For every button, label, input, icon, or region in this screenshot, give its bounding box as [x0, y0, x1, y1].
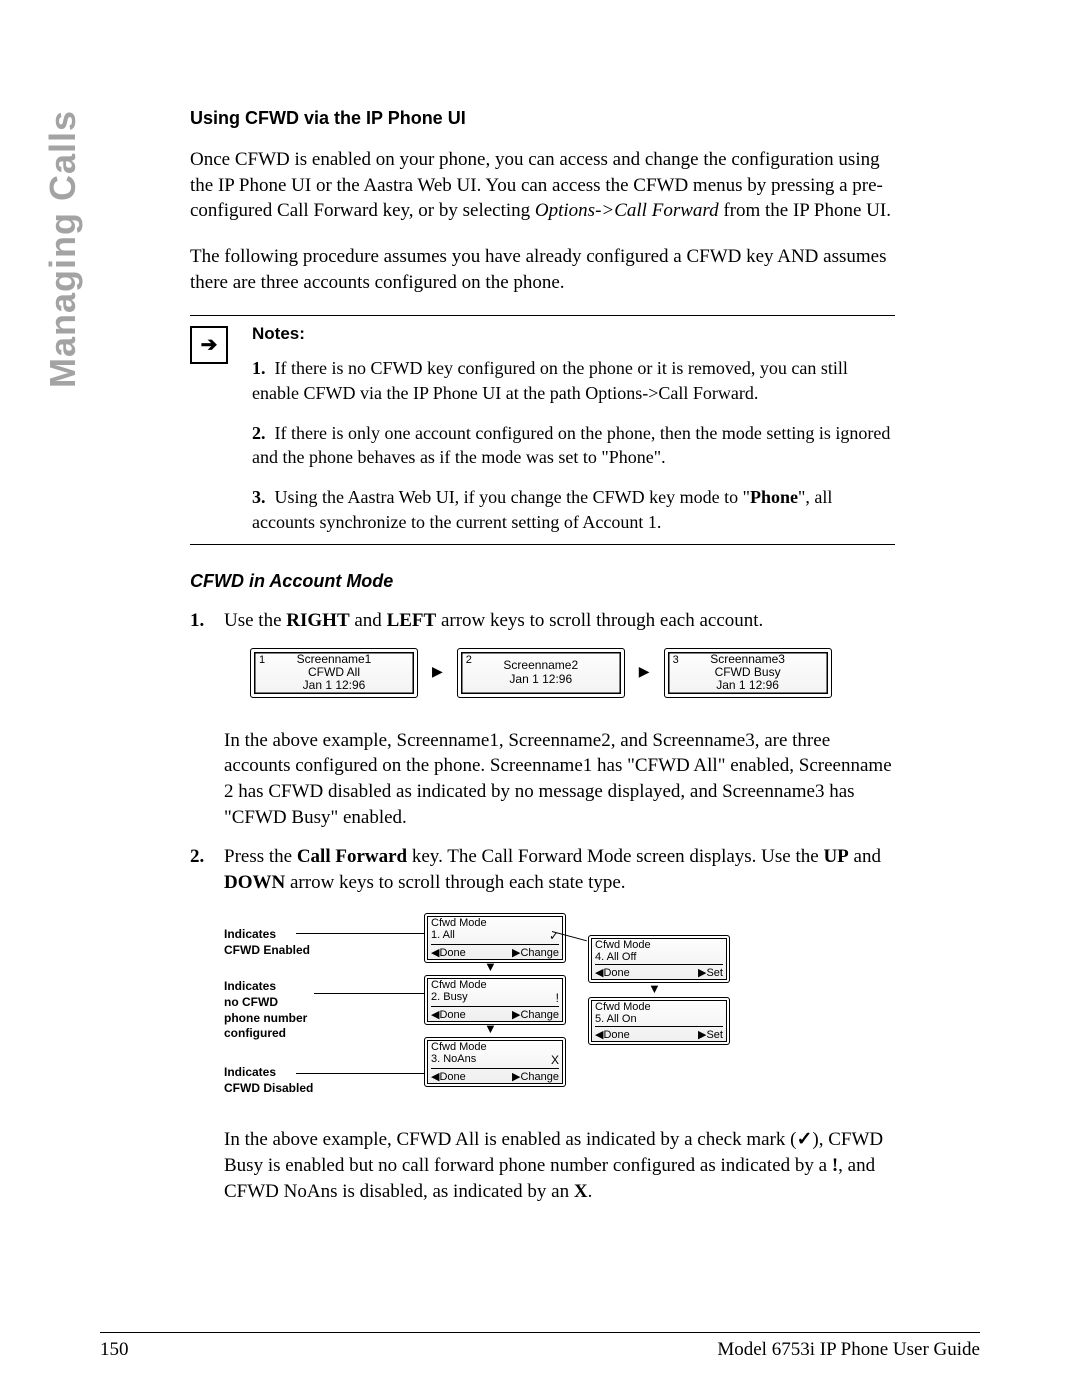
notes-title: Notes:	[252, 324, 895, 344]
bang-icon: !	[556, 991, 559, 1005]
mode-allon-item: 5. All On	[595, 1013, 637, 1025]
screen-3-num: 3	[673, 654, 679, 666]
notes-block: ➔ Notes: 1. If there is no CFWD key conf…	[190, 316, 895, 544]
notes-body: Notes: 1. If there is no CFWD key config…	[252, 324, 895, 538]
note-icon: ➔	[190, 326, 228, 364]
step-1-right: RIGHT	[286, 610, 349, 631]
mode-busy-title: Cfwd Mode	[431, 979, 559, 991]
screen-1-time: Jan 1 12:96	[259, 679, 409, 692]
step-1c: arrow keys to scroll through each accoun…	[436, 610, 763, 631]
step-2-up: UP	[823, 846, 848, 867]
label-no-number: Indicates no CFWD phone number configure…	[224, 979, 364, 1041]
page: Managing Calls Using CFWD via the IP Pho…	[0, 0, 1080, 1397]
mode-allon-set: ▶Set	[698, 1028, 723, 1041]
notes-bottom-rule	[190, 544, 895, 545]
checkmark-icon: ✓	[796, 1129, 812, 1150]
screens-row: 1 Screenname1 CFWD All Jan 1 12:96 ▶ 2 S…	[250, 648, 895, 698]
note-2: 2. If there is only one account configur…	[252, 421, 895, 470]
x-icon: X	[551, 1053, 559, 1067]
step-2-callfwd: Call Forward	[297, 846, 407, 867]
mode-box-allon: Cfwd Mode 5. All On ◀Done ▶Set	[588, 997, 730, 1045]
line-nonum	[314, 993, 426, 994]
right-arrow-icon-1: ▶	[432, 664, 443, 681]
line-disabled	[296, 1073, 426, 1074]
mode-box-alloff: Cfwd Mode 4. All Off ◀Done ▶Set	[588, 935, 730, 983]
mode-busy-item: 2. Busy	[431, 991, 468, 1005]
screen-2: 2 Screenname2 Jan 1 12:96	[457, 648, 625, 698]
section-heading: Using CFWD via the IP Phone UI	[190, 108, 895, 129]
x-text: X	[574, 1181, 588, 1202]
mode-diagram: Indicates CFWD Enabled Indicates no CFWD…	[224, 913, 895, 1103]
note-1: 1. If there is no CFWD key configured on…	[252, 356, 895, 405]
steps-list-2: Press the Call Forward key. The Call For…	[190, 844, 895, 895]
down-arrow-icon-3: ▼	[648, 981, 661, 996]
step-1-explain: In the above example, Screenname1, Scree…	[224, 728, 895, 831]
paragraph-1: Once CFWD is enabled on your phone, you …	[190, 147, 895, 224]
footer-page-number: 150	[100, 1339, 129, 1361]
step-1: Use the RIGHT and LEFT arrow keys to scr…	[190, 608, 895, 634]
step2-exp-d: .	[588, 1181, 593, 1202]
step-2-mid: key. The Call Forward Mode screen displa…	[407, 846, 823, 867]
side-section-title: Managing Calls	[42, 0, 84, 110]
note-1-text: If there is no CFWD key configured on th…	[252, 358, 848, 402]
paragraph-2: The following procedure assumes you have…	[190, 244, 895, 295]
screen-1: 1 Screenname1 CFWD All Jan 1 12:96	[250, 648, 418, 698]
screen-3: 3 Screenname3 CFWD Busy Jan 1 12:96	[664, 648, 832, 698]
mode-box-all: Cfwd Mode 1. All✓ ◀Done▶Change	[424, 913, 566, 963]
paragraph-1-italic: Options->Call Forward	[535, 200, 719, 221]
label-disabled: Indicates CFWD Disabled	[224, 1065, 364, 1096]
step-2: Press the Call Forward key. The Call For…	[190, 844, 895, 895]
mode-noans-title: Cfwd Mode	[431, 1041, 559, 1053]
note-3-bold: Phone	[750, 487, 798, 507]
note-3a: Using the Aastra Web UI, if you change t…	[275, 487, 750, 507]
mode-alloff-set: ▶Set	[698, 966, 723, 979]
steps-list: Use the RIGHT and LEFT arrow keys to scr…	[190, 608, 895, 634]
content-area: Using CFWD via the IP Phone UI Once CFWD…	[190, 108, 895, 1218]
screen-2-name: Screenname2	[466, 659, 616, 672]
step-1-left: LEFT	[387, 610, 437, 631]
screen-2-num: 2	[466, 654, 472, 666]
mode-busy-done: ◀Done	[431, 1008, 466, 1021]
mode-noans-change: ▶Change	[512, 1070, 559, 1083]
mode-all-done: ◀Done	[431, 946, 466, 959]
down-arrow-icon-1: ▼	[484, 959, 497, 974]
label-enabled: Indicates CFWD Enabled	[224, 927, 364, 958]
step-1a: Use the	[224, 610, 286, 631]
right-arrow-icon-2: ▶	[639, 664, 650, 681]
screen-2-time: Jan 1 12:96	[466, 673, 616, 686]
footer-title: Model 6753i IP Phone User Guide	[717, 1339, 980, 1361]
mode-noans-item: 3. NoAns	[431, 1053, 476, 1067]
mode-allon-title: Cfwd Mode	[595, 1001, 723, 1013]
step-2a: Press the	[224, 846, 297, 867]
mode-box-busy: Cfwd Mode 2. Busy! ◀Done ▶Change	[424, 975, 566, 1025]
step-1-mid: and	[350, 610, 387, 631]
mode-all-title: Cfwd Mode	[431, 917, 559, 929]
footer-rule	[100, 1332, 980, 1333]
screen-1-num: 1	[259, 654, 265, 666]
line-enabled	[296, 933, 426, 934]
step2-exp-a: In the above example, CFWD All is enable…	[224, 1129, 796, 1150]
note-2-text: If there is only one account configured …	[252, 423, 890, 467]
down-arrow-icon-2: ▼	[484, 1021, 497, 1036]
mode-alloff-done: ◀Done	[595, 966, 630, 979]
mode-busy-change: ▶Change	[512, 1008, 559, 1021]
step-2-explain: In the above example, CFWD All is enable…	[224, 1127, 895, 1204]
side-section-title-text: Managing Calls	[42, 110, 84, 388]
mode-box-noans: Cfwd Mode 3. NoAns X ◀Done ▶Change	[424, 1037, 566, 1087]
step-2-mid2: and	[849, 846, 881, 867]
arrow-right-icon: ➔	[201, 335, 218, 355]
subsection-heading: CFWD in Account Mode	[190, 571, 895, 592]
screen-3-time: Jan 1 12:96	[673, 679, 823, 692]
paragraph-1b: from the IP Phone UI.	[719, 200, 891, 221]
mode-all-item: 1. All	[431, 929, 455, 943]
mode-alloff-title: Cfwd Mode	[595, 939, 723, 951]
mode-noans-done: ◀Done	[431, 1070, 466, 1083]
mode-allon-done: ◀Done	[595, 1028, 630, 1041]
mode-all-change: ▶Change	[512, 946, 559, 959]
step-2c: arrow keys to scroll through each state …	[285, 872, 625, 893]
mode-alloff-item: 4. All Off	[595, 951, 636, 963]
step-2-down: DOWN	[224, 872, 285, 893]
note-3: 3. Using the Aastra Web UI, if you chang…	[252, 485, 895, 534]
